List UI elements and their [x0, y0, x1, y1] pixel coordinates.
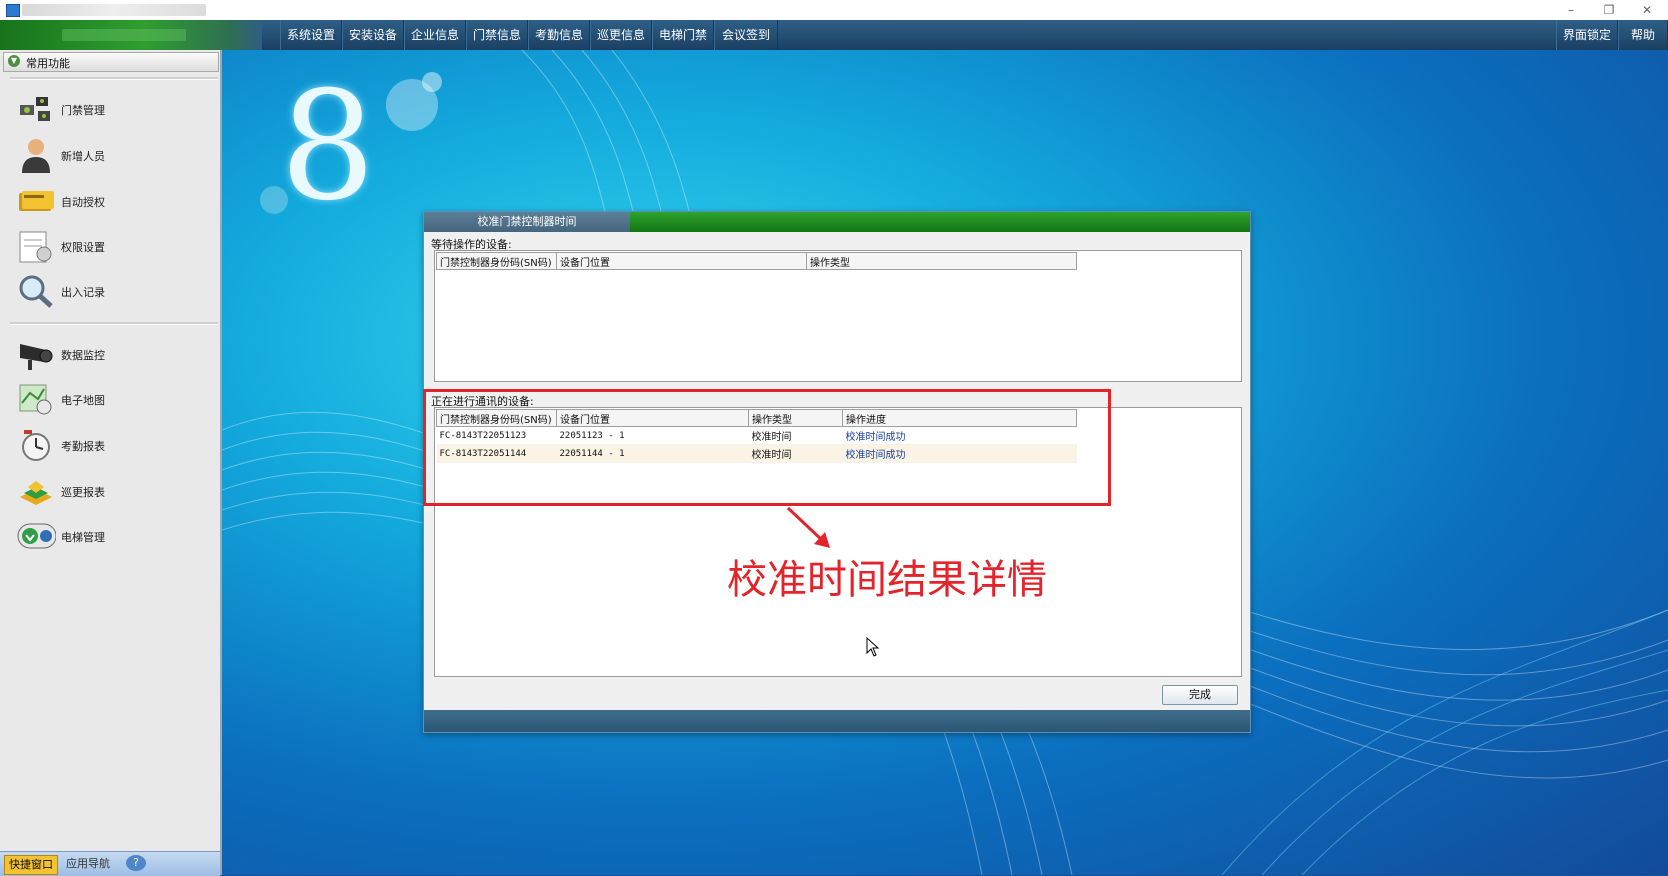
sidebar-item-auto-authorize[interactable]: 自动授权	[16, 180, 206, 222]
minimize-button[interactable]: –	[1556, 1, 1586, 19]
menu-logo-area	[0, 20, 262, 50]
annotation-arrow-icon	[786, 506, 830, 548]
sidebar-divider	[10, 322, 218, 325]
brand-blurred	[62, 29, 186, 41]
clock-icon	[22, 430, 50, 461]
menu-meeting-signin[interactable]: 会议签到	[714, 20, 778, 50]
col-header-operation-type[interactable]: 操作类型	[806, 252, 1077, 270]
sidebar-item-permission[interactable]: 权限设置	[16, 225, 206, 267]
sidebar-divider	[10, 77, 218, 80]
waiting-devices-panel: 门禁控制器身份码(SN码) 设备门位置 操作类型	[434, 250, 1242, 382]
permission-icon	[19, 231, 52, 263]
sidebar-item-new-person[interactable]: 新增人员	[16, 134, 206, 176]
person-icon	[22, 139, 50, 173]
col-header-sn[interactable]: 门禁控制器身份码(SN码)	[436, 252, 557, 270]
map-icon	[19, 384, 52, 415]
camera-icon	[20, 344, 53, 370]
sidebar-item-access-records[interactable]: 出入记录	[16, 270, 206, 312]
annotation-highlight-box	[423, 389, 1111, 506]
dialog-header: 校准门禁控制器时间	[424, 212, 1250, 232]
door-access-icon	[20, 97, 50, 121]
card-icon	[19, 191, 54, 211]
menu-install-device[interactable]: 安装设备	[342, 20, 404, 50]
sidebar-item-label: 新增人员	[61, 150, 105, 163]
title-bar: – ❐ ✕	[0, 0, 1668, 21]
sidebar-item-elevator[interactable]: 电梯管理	[16, 515, 206, 557]
brand-logo: 8	[280, 60, 376, 234]
mouse-cursor-icon	[866, 637, 880, 657]
menu-enterprise-info[interactable]: 企业信息	[404, 20, 466, 50]
dialog-footer	[424, 710, 1250, 732]
sidebar-header-label: 常用功能	[26, 57, 70, 70]
magnifier-icon	[19, 275, 53, 308]
col-header-door-position[interactable]: 设备门位置	[556, 252, 807, 270]
bottom-tab-bar: 快捷窗口 应用导航 ?	[0, 851, 220, 876]
sidebar-item-label: 出入记录	[61, 286, 105, 299]
window-title-blurred	[22, 4, 206, 16]
sidebar-item-label: 电子地图	[61, 394, 105, 407]
sidebar: ▼ 常用功能 门禁管理 新增人员 自动授权 权限设置 出入记录 数据监控 电子地…	[0, 50, 222, 875]
menu-attendance-info[interactable]: 考勤信息	[528, 20, 590, 50]
sidebar-item-label: 数据监控	[61, 349, 105, 362]
tab-app-navigation[interactable]: 应用导航	[62, 855, 114, 873]
restore-button[interactable]: ❐	[1594, 1, 1624, 19]
menu-system-settings[interactable]: 系统设置	[280, 20, 342, 50]
menu-help[interactable]: 帮助	[1618, 20, 1668, 50]
chevron-down-icon: ▼	[8, 55, 20, 67]
sidebar-item-patrol-report[interactable]: 巡更报表	[16, 470, 206, 512]
help-icon[interactable]: ?	[126, 855, 146, 871]
sidebar-item-attendance-report[interactable]: 考勤报表	[16, 424, 206, 466]
done-button[interactable]: 完成	[1162, 685, 1238, 705]
sidebar-item-label: 考勤报表	[61, 440, 105, 453]
sidebar-item-label: 自动授权	[61, 196, 105, 209]
menu-patrol-info[interactable]: 巡更信息	[590, 20, 652, 50]
sidebar-item-e-map[interactable]: 电子地图	[16, 378, 206, 420]
menu-elevator-access[interactable]: 电梯门禁	[652, 20, 714, 50]
sidebar-item-label: 电梯管理	[61, 531, 105, 544]
patrol-icon	[20, 481, 52, 505]
dialog-title-tab[interactable]: 校准门禁控制器时间	[424, 212, 630, 232]
annotation-caption: 校准时间结果详情	[727, 557, 1047, 603]
close-button[interactable]: ✕	[1632, 1, 1662, 19]
elevator-icon	[17, 523, 56, 549]
sidebar-item-door-access[interactable]: 门禁管理	[16, 88, 206, 130]
menu-lock-ui[interactable]: 界面锁定	[1556, 20, 1618, 50]
sidebar-item-data-monitor[interactable]: 数据监控	[16, 333, 206, 375]
waiting-devices-table: 门禁控制器身份码(SN码) 设备门位置 操作类型	[436, 252, 1077, 270]
table-header-row: 门禁控制器身份码(SN码) 设备门位置 操作类型	[436, 252, 1077, 270]
app-icon	[6, 4, 20, 17]
tab-shortcut-window[interactable]: 快捷窗口	[4, 855, 58, 875]
sidebar-header[interactable]: ▼ 常用功能	[3, 52, 219, 72]
sidebar-item-label: 巡更报表	[61, 486, 105, 499]
sidebar-item-label: 门禁管理	[61, 104, 105, 117]
menu-access-info[interactable]: 门禁信息	[466, 20, 528, 50]
sidebar-item-label: 权限设置	[61, 241, 105, 254]
menu-bar: 系统设置 安装设备 企业信息 门禁信息 考勤信息 巡更信息 电梯门禁 会议签到 …	[0, 20, 1668, 50]
